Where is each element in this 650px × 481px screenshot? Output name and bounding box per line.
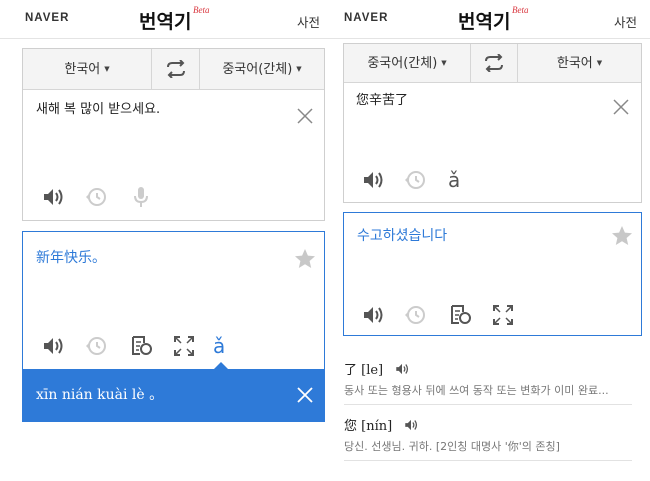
dictionary-definition: 동사 또는 형용사 뒤에 쓰여 동작 또는 변화가 이미 완료... (344, 384, 609, 397)
history-icon (405, 171, 425, 189)
beta-badge: Beta (193, 5, 210, 15)
speaker-icon[interactable] (361, 168, 385, 192)
history-icon (86, 337, 106, 355)
clear-icon[interactable] (296, 107, 314, 125)
translation-box: 新年快乐。 ǎ (22, 231, 325, 371)
translation-box: 수고하셨습니다 (343, 212, 642, 336)
speaker-icon[interactable] (361, 303, 385, 327)
swap-icon (166, 60, 185, 78)
caret-down-icon: ▼ (596, 59, 603, 67)
caret-down-icon: ▼ (441, 59, 447, 67)
pinyin-text: xīn nián kuài lè 。 (36, 387, 164, 403)
target-language-select[interactable]: 중국어(간체) ▼ (200, 49, 324, 89)
caret-down-icon: ▼ (296, 65, 302, 73)
history-icon (86, 188, 106, 206)
source-language-select[interactable]: 한국어 ▼ (23, 49, 151, 89)
source-text-input[interactable]: 새해 복 많이 받으세요. (36, 101, 160, 119)
close-icon[interactable] (296, 386, 314, 404)
star-icon[interactable] (293, 247, 317, 271)
fullscreen-icon[interactable] (172, 334, 196, 358)
target-language-label: 한국어 (556, 56, 593, 71)
caret-down-icon: ▼ (104, 65, 110, 73)
pinyin-panel: xīn nián kuài lè 。 (22, 362, 325, 422)
clear-icon[interactable] (612, 98, 630, 116)
source-box: 한국어 ▼ 중국어(간체) ▼ 새해 복 많이 받으세요. (22, 48, 325, 221)
source-language-select[interactable]: 중국어(간체) ▼ (344, 44, 470, 82)
pinyin-toggle-button[interactable]: ǎ (213, 334, 225, 358)
dictionary-word: 您 [nín] (344, 419, 393, 434)
dictionary-entry[interactable]: 您 [nín] 당신. 선생님. 귀하. [2인칭 대명사 '你'의 존칭] (344, 415, 632, 461)
header: NAVER 번역기 Beta 사전 (0, 0, 332, 39)
target-language-select[interactable]: 한국어 ▼ (518, 44, 641, 82)
dictionary-link[interactable]: 사전 (297, 12, 320, 31)
dictionary-word: 了 [le] (344, 363, 384, 378)
speaker-icon[interactable] (41, 334, 65, 358)
dictionary-entry[interactable]: 了 [le] 동사 또는 형용사 뒤에 쓰여 동작 또는 변화가 이미 완료..… (344, 359, 632, 405)
translation-text: 수고하셨습니다 (357, 228, 448, 244)
copy-text-icon[interactable] (448, 303, 472, 327)
source-box: 중국어(간체) ▼ 한국어 ▼ 您辛苦了 ǎ (343, 43, 642, 203)
header: NAVER 번역기 Beta 사전 (332, 0, 650, 39)
pinyin-toggle-button[interactable]: ǎ (448, 168, 460, 192)
naver-logo[interactable]: NAVER (25, 12, 69, 24)
left-screen: NAVER 번역기 Beta 사전 한국어 ▼ 중국어(간체) ▼ 새해 복 많이 … (0, 0, 332, 481)
speaker-icon[interactable] (41, 185, 65, 209)
source-language-label: 한국어 (64, 62, 101, 77)
language-bar: 중국어(간체) ▼ 한국어 ▼ (344, 44, 641, 83)
copy-text-icon[interactable] (129, 334, 153, 358)
speaker-icon[interactable] (403, 418, 419, 432)
source-language-label: 중국어(간체) (367, 56, 438, 71)
dictionary-link[interactable]: 사전 (614, 12, 637, 31)
dictionary-word-row: 您 [nín] (344, 415, 632, 434)
pointer-notch (213, 362, 229, 370)
translation-text: 新年快乐。 (36, 250, 106, 266)
fullscreen-icon[interactable] (491, 303, 515, 327)
history-icon (405, 306, 425, 324)
page-title: 번역기 (458, 11, 511, 33)
swap-icon (485, 54, 503, 72)
source-text-input[interactable]: 您辛苦了 (356, 92, 408, 110)
microphone-icon (134, 187, 148, 207)
target-language-label: 중국어(간체) (222, 62, 293, 77)
speaker-icon[interactable] (394, 362, 410, 376)
language-bar: 한국어 ▼ 중국어(간체) ▼ (23, 49, 324, 90)
page-title: 번역기 (139, 11, 192, 33)
naver-logo[interactable]: NAVER (344, 12, 388, 24)
swap-languages-button[interactable] (471, 44, 517, 82)
beta-badge: Beta (512, 5, 529, 15)
dictionary-definition: 당신. 선생님. 귀하. [2인칭 대명사 '你'의 존칭] (344, 440, 560, 453)
star-icon[interactable] (610, 224, 634, 248)
swap-languages-button[interactable] (152, 49, 199, 89)
right-screen: NAVER 번역기 Beta 사전 중국어(간체) ▼ 한국어 ▼ 您辛苦了 ǎ 수… (332, 0, 650, 481)
dictionary-word-row: 了 [le] (344, 359, 632, 378)
